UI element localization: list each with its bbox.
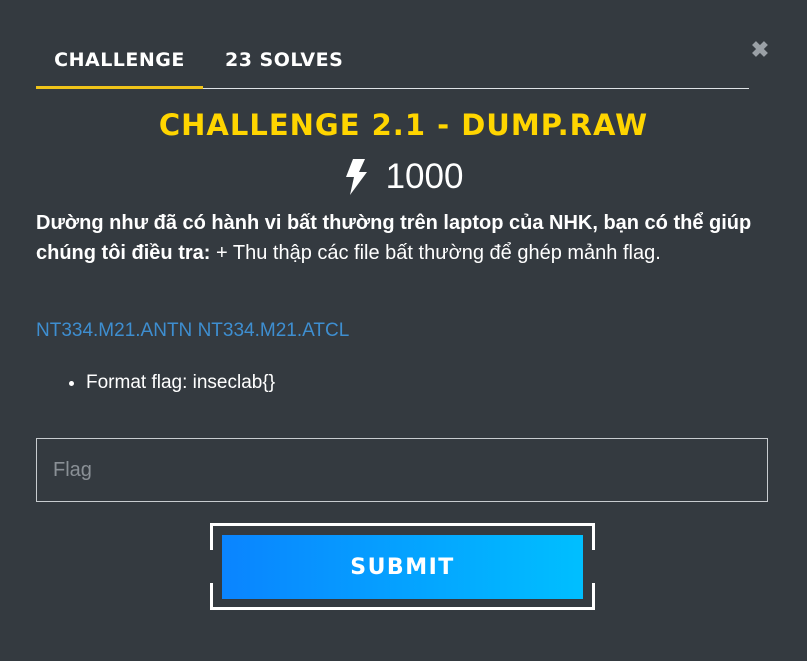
frame-edge xyxy=(210,523,595,526)
challenge-links: NT334.M21.ANTN NT334.M21.ATCL xyxy=(36,320,349,342)
flag-input[interactable] xyxy=(36,438,768,502)
challenge-bullets: Format flag: inseclab{} xyxy=(36,370,275,396)
challenge-description: Dường như đã có hành vi bất thường trên … xyxy=(36,208,756,268)
submit-button[interactable]: SUBMIT xyxy=(222,535,583,599)
link-atcl[interactable]: NT334.M21.ATCL xyxy=(198,320,350,341)
submit-frame: SUBMIT xyxy=(210,523,595,610)
tab-solves[interactable]: 23 SOLVES xyxy=(225,40,343,88)
challenge-title: CHALLENGE 2.1 - DUMP.RAW xyxy=(158,108,649,142)
challenge-value: 1000 xyxy=(0,152,807,202)
description-text: + Thu thập các file bất thường để ghép m… xyxy=(210,242,661,264)
challenge-points: 1000 xyxy=(385,157,464,196)
tab-challenge[interactable]: CHALLENGE xyxy=(36,40,203,89)
close-icon[interactable]: ✖ xyxy=(750,38,770,62)
list-item: Format flag: inseclab{} xyxy=(86,370,275,396)
bolt-icon xyxy=(344,159,368,195)
frame-edge xyxy=(210,607,595,610)
modal-tabs: CHALLENGE 23 SOLVES xyxy=(36,40,749,89)
link-antn[interactable]: NT334.M21.ANTN xyxy=(36,320,192,341)
